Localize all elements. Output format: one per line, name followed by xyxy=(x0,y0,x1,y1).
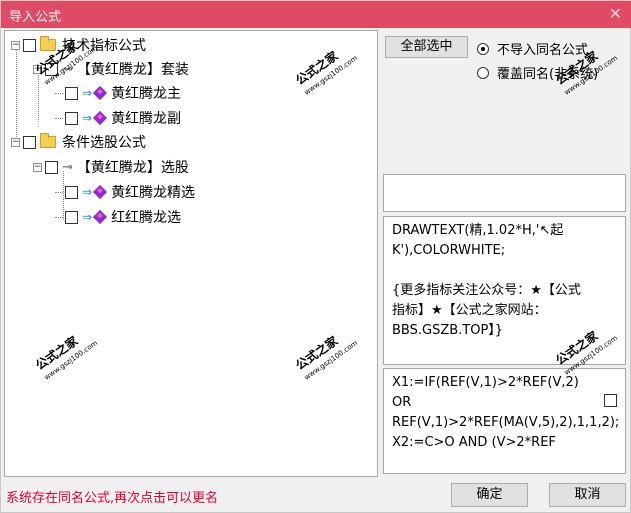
description-box[interactable]: DRAWTEXT(精,1.02*H,'↖起K'),COLORWHITE; {更多… xyxy=(383,216,626,365)
folder-icon xyxy=(40,133,56,148)
formula-code-text: X1:=IF(REF(V,1)>2*REF(V,2) OR REF(V,1)>2… xyxy=(392,375,620,450)
name-field[interactable] xyxy=(383,174,626,212)
tree-node-screen[interactable]: − ⊸ 【黄红腾龙】选股 xyxy=(33,156,189,178)
code-checkbox[interactable] xyxy=(604,394,617,407)
collapse-icon[interactable]: − xyxy=(33,64,42,74)
radio-overwrite-same-name[interactable]: 覆盖同名(非系统) xyxy=(477,63,598,82)
arrow-icon: ⇒ xyxy=(82,210,93,224)
checkbox[interactable] xyxy=(45,62,58,76)
key-icon: ⊸ xyxy=(62,61,73,77)
tree-line xyxy=(38,73,39,122)
formula-icon xyxy=(92,209,108,225)
tree-node-label: 【黄红腾龙】选股 xyxy=(76,160,189,176)
tree-node-label: 条件选股公式 xyxy=(62,135,146,151)
checkbox[interactable] xyxy=(65,210,78,224)
tree-node-main[interactable]: ⇒ 黄红腾龙主 xyxy=(55,82,181,104)
checkbox[interactable] xyxy=(65,111,78,125)
key-icon: ⊸ xyxy=(62,159,73,175)
folder-icon xyxy=(40,36,56,51)
tree-node-screen-formulas[interactable]: − 条件选股公式 xyxy=(11,131,146,153)
ok-button[interactable]: 确定 xyxy=(451,483,528,507)
window-title: 导入公式 xyxy=(9,10,62,25)
radio-skip-same-name[interactable]: 不导入同名公式 xyxy=(477,39,588,58)
collapse-icon[interactable]: − xyxy=(11,40,20,50)
tree-node-label: 技术指标公式 xyxy=(62,38,146,54)
arrow-icon: ⇒ xyxy=(82,86,93,100)
description-text: DRAWTEXT(精,1.02*H,'↖起K'),COLORWHITE; {更多… xyxy=(392,223,581,338)
formula-icon xyxy=(92,110,108,126)
checkbox[interactable] xyxy=(23,38,36,52)
tree-node-suite[interactable]: − ⊸ 【黄红腾龙】套装 xyxy=(33,58,189,80)
status-message: 系统存在同名公式,再次点击可以更名 xyxy=(6,491,219,506)
tree-node-label: 【黄红腾龙】套装 xyxy=(76,62,189,78)
close-icon[interactable]: ✕ xyxy=(609,4,622,23)
checkbox[interactable] xyxy=(65,86,78,100)
tree-node-red-select[interactable]: ⇒ 红红腾龙选 xyxy=(55,206,181,228)
arrow-icon: ⇒ xyxy=(82,111,93,125)
collapse-icon[interactable]: − xyxy=(11,137,20,147)
tree-connector xyxy=(55,191,63,193)
tree-node-label: 黄红腾龙副 xyxy=(111,111,182,127)
checkbox[interactable] xyxy=(65,185,78,199)
formula-tree[interactable]: − 技术指标公式 − ⊸ 【黄红腾龙】套装 ⇒ 黄红腾龙主 ⇒ 黄红腾龙副 − xyxy=(4,30,378,477)
tree-node-tech-indicators[interactable]: − 技术指标公式 xyxy=(11,34,146,56)
tree-connector xyxy=(55,216,63,218)
arrow-icon: ⇒ xyxy=(82,185,93,199)
import-formula-dialog: 导入公式 ✕ − 技术指标公式 − ⊸ 【黄红腾龙】套装 ⇒ 黄红腾龙主 ⇒ 黄… xyxy=(0,0,631,513)
tree-node-select[interactable]: ⇒ 黄红腾龙精选 xyxy=(55,181,195,203)
tree-node-label: 红红腾龙选 xyxy=(111,210,182,226)
cancel-button[interactable]: 取消 xyxy=(549,483,626,507)
title-bar: 导入公式 ✕ xyxy=(1,1,631,28)
radio-label: 覆盖同名(非系统) xyxy=(497,67,599,82)
tree-node-label: 黄红腾龙主 xyxy=(111,86,182,102)
select-all-button[interactable]: 全部选中 xyxy=(385,36,468,58)
tree-connector xyxy=(55,117,63,119)
formula-icon xyxy=(92,184,108,200)
radio-label: 不导入同名公式 xyxy=(497,43,589,58)
checkbox[interactable] xyxy=(23,135,36,149)
collapse-icon[interactable]: − xyxy=(33,162,42,172)
right-panel: 全部选中 不导入同名公式 覆盖同名(非系统) DRAWTEXT(精,1.02*H… xyxy=(382,30,629,477)
tree-node-label: 黄红腾龙精选 xyxy=(111,185,196,201)
checkbox[interactable] xyxy=(45,160,58,174)
radio-unselected-icon[interactable] xyxy=(477,66,489,79)
radio-selected-icon[interactable] xyxy=(477,42,489,55)
tree-node-sub[interactable]: ⇒ 黄红腾龙副 xyxy=(55,107,181,129)
tree-connector xyxy=(55,92,63,94)
formula-icon xyxy=(92,85,108,101)
tree-line xyxy=(16,49,17,139)
formula-code-box[interactable]: X1:=IF(REF(V,1)>2*REF(V,2) OR REF(V,1)>2… xyxy=(383,368,626,474)
